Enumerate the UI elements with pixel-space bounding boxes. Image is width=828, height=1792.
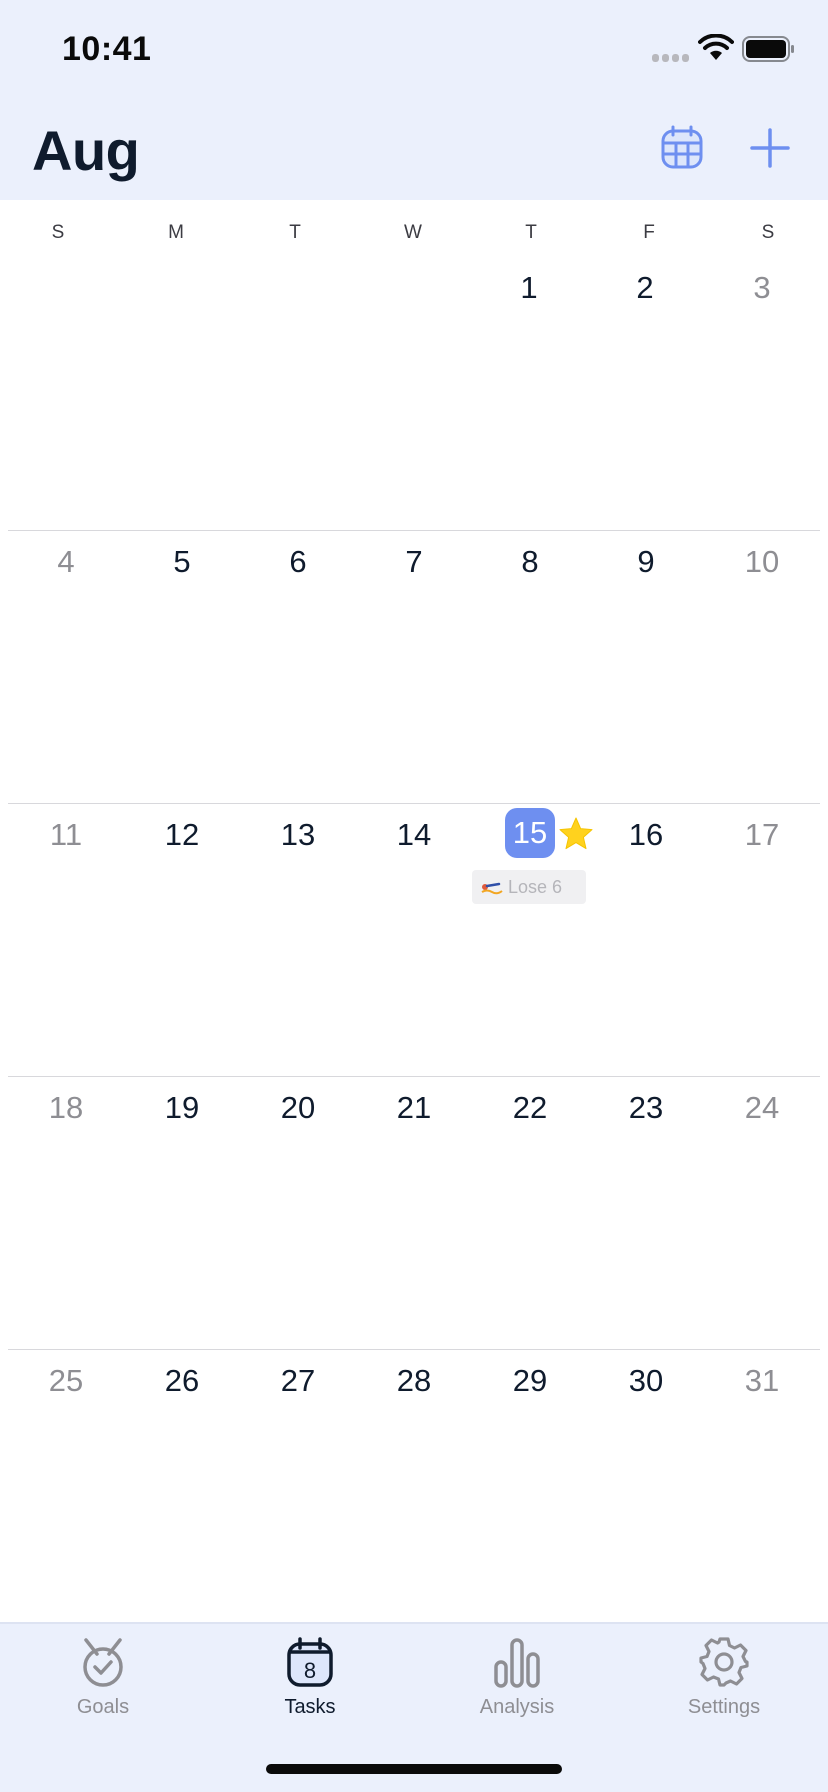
day-cell[interactable]: 28: [374, 1363, 454, 1399]
day-cell[interactable]: 30: [606, 1363, 686, 1399]
day-cell[interactable]: 9: [606, 544, 686, 580]
tab-label: Goals: [76, 1696, 130, 1718]
tab-analysis[interactable]: Analysis: [437, 1636, 597, 1736]
home-indicator: [266, 1764, 562, 1774]
day-cell[interactable]: 6: [258, 544, 338, 580]
day-cell[interactable]: 24: [722, 1090, 802, 1126]
month-title: Aug: [32, 119, 140, 182]
day-cell[interactable]: 20: [258, 1090, 338, 1126]
bar-chart-icon: [494, 1638, 540, 1688]
star-icon: [559, 817, 593, 850]
weekday-label: S: [761, 222, 775, 243]
header-area: 10:41 Aug: [0, 0, 828, 200]
day-cell[interactable]: 13: [258, 817, 338, 853]
tab-settings[interactable]: Settings: [644, 1636, 804, 1736]
day-cell[interactable]: 10: [722, 544, 802, 580]
week-divider: [8, 803, 820, 804]
day-cell[interactable]: 5: [142, 544, 222, 580]
day-cell[interactable]: 17: [722, 817, 802, 853]
weekday-label: F: [643, 222, 655, 243]
week-divider: [8, 1076, 820, 1077]
calendar-view-icon[interactable]: [660, 124, 704, 170]
weekday-label: S: [51, 222, 65, 243]
day-cell[interactable]: 16: [606, 817, 686, 853]
calendar-week: 1 2 3: [0, 260, 828, 533]
swimmer-icon: [481, 882, 503, 895]
weekday-label: M: [168, 222, 184, 243]
day-cell[interactable]: 4: [26, 544, 106, 580]
tab-bar-divider: [0, 1622, 828, 1624]
day-cell[interactable]: 2: [605, 270, 685, 306]
day-cell[interactable]: 25: [26, 1363, 106, 1399]
tab-goals[interactable]: Goals: [23, 1636, 183, 1736]
calendar-week: 4 5 6 7 8 9 10: [0, 530, 828, 803]
status-time: 10:41: [62, 30, 152, 68]
today-badge[interactable]: 15: [505, 808, 555, 858]
day-cell[interactable]: 29: [490, 1363, 570, 1399]
weekday-label: T: [525, 222, 537, 243]
medal-icon: [83, 1638, 123, 1687]
tab-label: Tasks: [284, 1696, 336, 1718]
tasks-badge-count: 8: [304, 1658, 316, 1683]
day-cell[interactable]: 1: [489, 270, 569, 306]
tab-label: Analysis: [479, 1696, 555, 1718]
day-cell[interactable]: 18: [26, 1090, 106, 1126]
day-cell[interactable]: 27: [258, 1363, 338, 1399]
calendar-week: 11 12 13 14 15 16 17 Lose 6: [0, 803, 828, 1076]
day-cell[interactable]: 21: [374, 1090, 454, 1126]
day-cell[interactable]: 11: [26, 817, 106, 853]
day-cell[interactable]: 8: [490, 544, 570, 580]
calendar-badge-icon: 8: [287, 1637, 333, 1687]
day-cell[interactable]: 7: [374, 544, 454, 580]
calendar-week: 18 19 20 21 22 23 24: [0, 1076, 828, 1349]
weekday-header: S M T W T F S: [0, 200, 828, 260]
day-cell[interactable]: 26: [142, 1363, 222, 1399]
add-icon[interactable]: [748, 126, 792, 170]
weekday-label: W: [404, 222, 422, 243]
day-cell[interactable]: 14: [374, 817, 454, 853]
day-cell[interactable]: 19: [142, 1090, 222, 1126]
task-chip[interactable]: Lose 6: [472, 870, 586, 904]
gear-icon: [699, 1637, 749, 1687]
weekday-label: T: [289, 222, 301, 243]
day-cell[interactable]: 23: [606, 1090, 686, 1126]
battery-icon: [742, 36, 794, 62]
cellular-signal-icon: [652, 54, 690, 62]
day-cell[interactable]: 12: [142, 817, 222, 853]
task-chip-label: Lose 6: [508, 877, 563, 897]
week-divider: [8, 1349, 820, 1350]
tab-tasks[interactable]: 8 Tasks: [230, 1636, 390, 1736]
day-cell[interactable]: 22: [490, 1090, 570, 1126]
day-cell[interactable]: 3: [722, 270, 802, 306]
week-divider: [8, 530, 820, 531]
wifi-icon: [698, 34, 734, 60]
calendar-week: 25 26 27 28 29 30 31: [0, 1349, 828, 1622]
tab-label: Settings: [687, 1696, 761, 1718]
day-cell[interactable]: 31: [722, 1363, 802, 1399]
